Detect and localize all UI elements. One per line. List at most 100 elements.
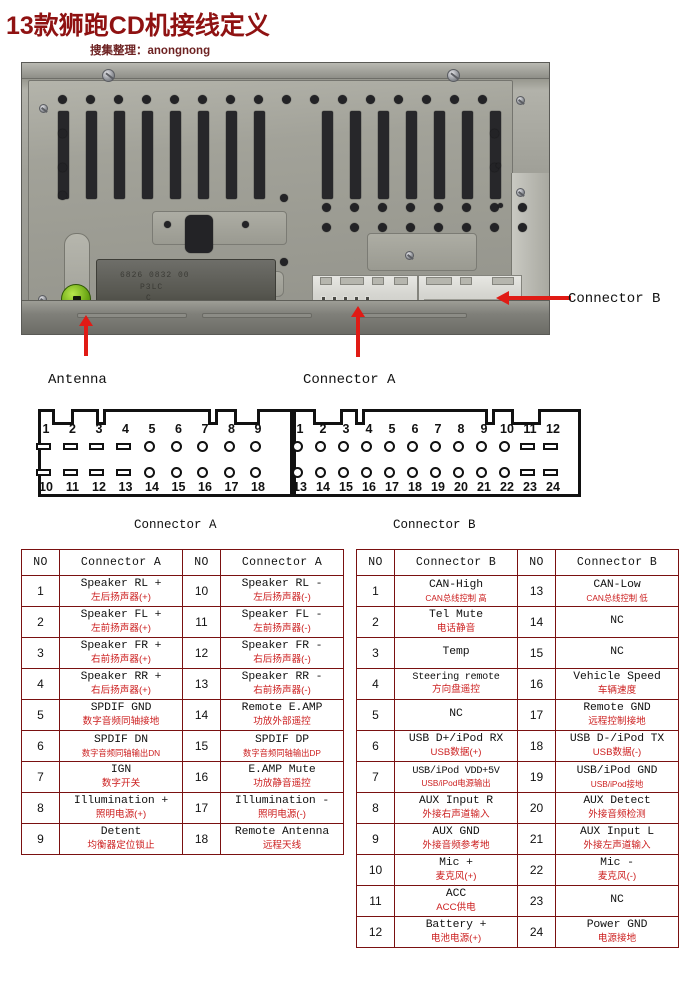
pin-label-en: Detent (100, 826, 142, 839)
screw-top-right (447, 69, 460, 82)
connector-a-notch-2 (340, 277, 364, 285)
pin-label-en: Speaker RR + (80, 671, 162, 684)
pin-description-cell: Speaker RL - 左后扬声器(-) (220, 575, 344, 607)
pin-description-cell: Illumination - 照明电源(-) (220, 792, 344, 824)
pin-description-cell: AUX GND 外接音频参考地 (394, 823, 518, 855)
pin-number-label: 5 (388, 422, 396, 436)
pin-number-label: 3 (342, 422, 350, 436)
pin-label-en: Remote GND (583, 702, 651, 715)
pin-number-label: 20 (454, 480, 468, 494)
pin-label-cn: 电话静音 (436, 622, 476, 634)
pin-number-label: 3 (95, 422, 103, 436)
pin-number-cell: 2 (21, 606, 60, 638)
pin-number-label: 5 (148, 422, 156, 436)
mount-hole-d (280, 258, 288, 266)
pin-round-contact (197, 467, 208, 478)
pin-number-label: 4 (365, 422, 373, 436)
pin-label-cn: USB/iPod接地 (590, 778, 644, 789)
vent-slot (226, 111, 237, 199)
pin-description-cell: CAN-Low CAN总线控制 低 (555, 575, 679, 607)
table-row: 9 AUX GND 外接音频参考地 21 AUX Input L 外接左声道输入 (356, 823, 679, 855)
pin-number-cell: 13 (182, 668, 221, 700)
pin-number-cell: 21 (517, 823, 556, 855)
pin-label-en: Speaker RL - (241, 578, 323, 591)
pin-label-cn: 麦克风(+) (435, 870, 477, 882)
pin-number-cell: 12 (356, 916, 395, 948)
pin-round-contact (430, 467, 441, 478)
vent-hole (462, 203, 471, 212)
vent-hole (366, 95, 375, 104)
pin-description-cell: Detent 均衡器定位锁止 (59, 823, 183, 855)
pin-description-cell: Vehicle Speed 车辆速度 (555, 668, 679, 700)
vent-hole (490, 129, 499, 138)
pin-description-cell: Speaker FR + 右前扬声器(+) (59, 637, 183, 669)
pin-number-cell: 17 (517, 699, 556, 731)
table-row: 7 IGN 数字开关 16 E.AMP Mute 功放静音遥控 (21, 761, 344, 793)
pin-label-cn: 外接右声道输入 (422, 808, 490, 820)
pin-label-en: Remote E.AMP (241, 702, 323, 715)
pin-description-cell: USB/iPod GND USB/iPod接地 (555, 761, 679, 793)
pin-rect-contact (520, 469, 535, 476)
pin-label-cn: 数字开关 (101, 777, 141, 789)
pin-round-contact (197, 441, 208, 452)
pin-round-contact (223, 441, 235, 452)
pin-number-cell: 12 (182, 637, 221, 669)
pin-number-label: 16 (362, 480, 376, 494)
vent-hole (322, 223, 331, 232)
pin-label-en: CAN-Low (593, 579, 641, 592)
pin-number-label: 15 (171, 480, 186, 494)
pin-number-cell: 18 (182, 823, 221, 855)
pin-rect-contact (115, 469, 131, 476)
table-row: 8 Illumination + 照明电源(+) 17 Illumination - 照明… (21, 792, 344, 824)
vent-hole (434, 203, 443, 212)
table-row: 1 CAN-High CAN总线控制 高 13 CAN-Low CAN总线控制 低 (356, 575, 679, 607)
pin-description-cell: ACC ACC供电 (394, 885, 518, 917)
antenna-label: Antenna (48, 372, 107, 388)
vent-hole (254, 95, 263, 104)
vent-hole (422, 95, 431, 104)
pin-description-cell: Remote E.AMP 功放外部遥控 (220, 699, 344, 731)
header-no-left: NO (21, 549, 60, 576)
header-desc-right: Connector B (555, 549, 679, 576)
pin-label-en: Speaker FR - (241, 640, 323, 653)
vent-hole (226, 95, 235, 104)
pin-number-label: 7 (434, 422, 442, 436)
pin-round-contact (170, 441, 182, 452)
pin-number-label: 13 (293, 480, 307, 494)
pin-number-label: 17 (385, 480, 399, 494)
pin-label-en: Vehicle Speed (573, 671, 661, 684)
pin-number-label: 16 (198, 480, 212, 494)
pin-number-cell: 4 (356, 668, 395, 700)
pin-number-cell: 14 (182, 699, 221, 731)
emboss-bracket-right (367, 233, 477, 271)
pin-round-contact (250, 441, 261, 452)
pin-round-contact (476, 441, 487, 452)
pin-number-label: 24 (546, 480, 560, 494)
screw-right-emboss (405, 251, 414, 260)
vent-hole (114, 95, 123, 104)
pin-number-label: 2 (69, 422, 76, 436)
pin-round-contact (361, 441, 372, 452)
pin-number-label: 6 (175, 422, 182, 436)
pin-label-en: Illumination - (234, 795, 330, 808)
pin-description-cell: Speaker FL - 左前扬声器(-) (220, 606, 344, 638)
pin-description-cell: IGN 数字开关 (59, 761, 183, 793)
pin-description-cell: NC (394, 699, 518, 731)
pin-label-cn: 方向盘遥控 (432, 684, 480, 696)
pin-round-contact (144, 467, 155, 478)
pin-label-en: Battery + (425, 919, 487, 932)
pin-label-cn: 数字音频同轴输出DP (243, 747, 321, 758)
pin-label-cn: 外接音频检测 (588, 808, 646, 820)
antenna-arrow (78, 315, 94, 356)
connector-a-notch-1 (320, 277, 332, 285)
pin-rect-contact (115, 443, 131, 450)
pin-description-cell: SPDIF DP 数字音频同轴输出DP (220, 730, 344, 762)
pin-label-en: NC (610, 615, 624, 628)
pin-number-label: 23 (523, 480, 537, 494)
table-row: 7 USB/iPod VDD+5V USB/iPod电源输出 19 USB/iPod G… (356, 761, 679, 793)
pin-number-label: 9 (480, 422, 488, 436)
vent-slot (114, 111, 125, 199)
pin-round-contact (315, 467, 326, 478)
table-row: 4 Steering remote 方向盘遥控 16 Vehicle Speed 车辆速度 (356, 668, 679, 700)
pin-round-contact (384, 441, 395, 452)
